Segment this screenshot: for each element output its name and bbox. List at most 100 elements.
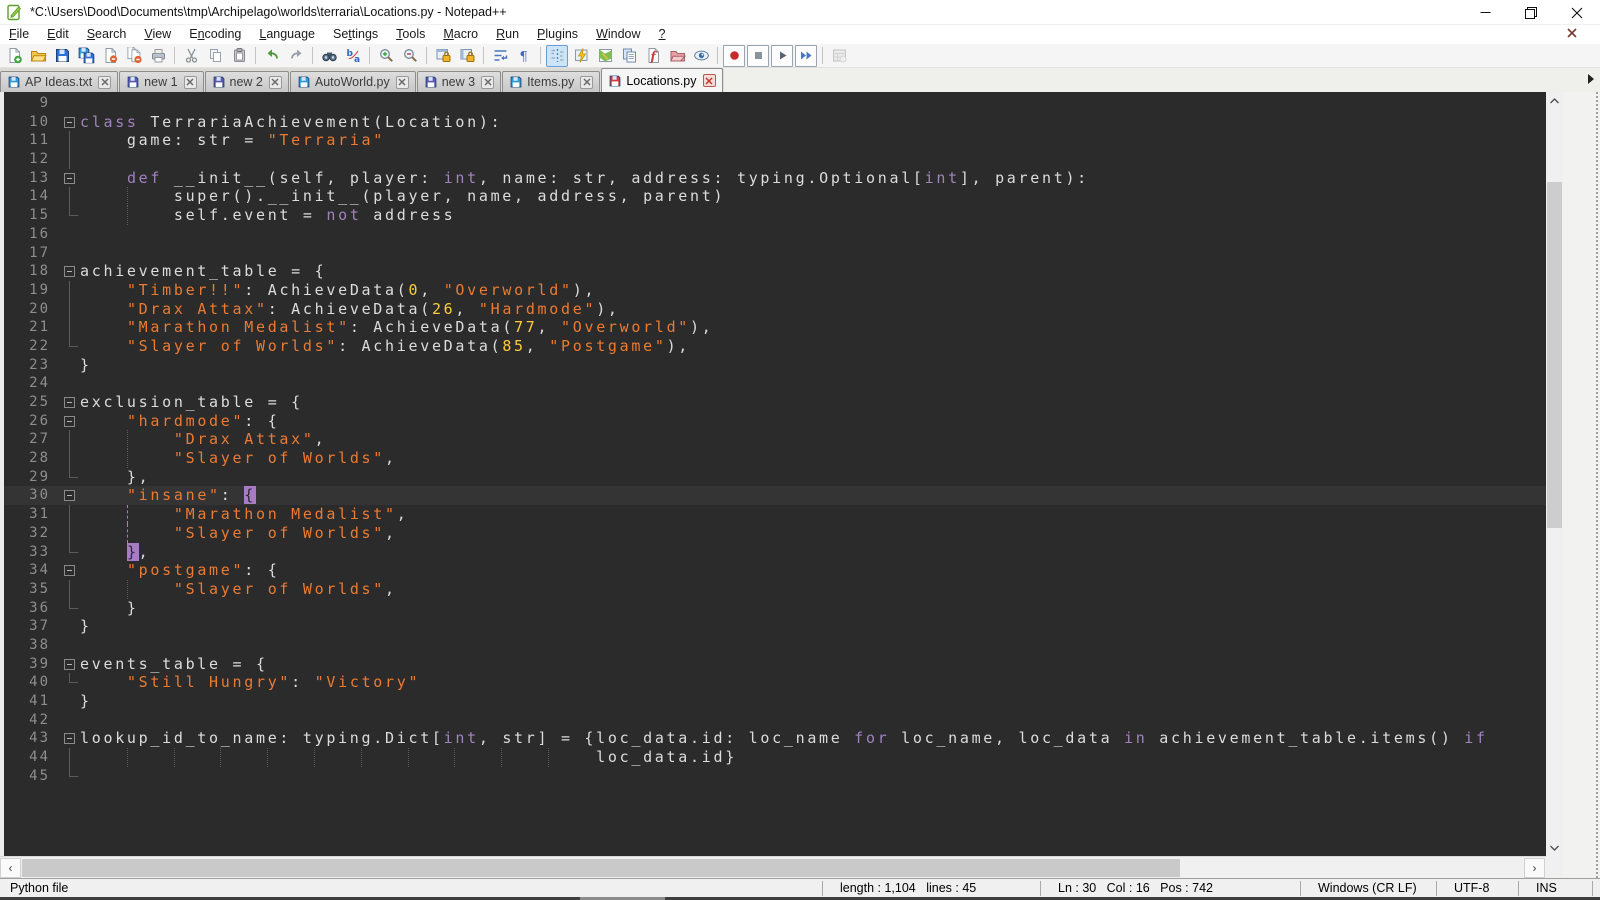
save-all-icon[interactable] [75,45,97,67]
menu-item-edit[interactable]: Edit [38,25,78,44]
code-line: 45 [4,767,1546,786]
macro-play-icon[interactable] [771,45,793,67]
vertical-scrollbar[interactable] [1546,92,1563,856]
tab-autoworld-py[interactable]: AutoWorld.py [290,71,416,92]
menu-item-run[interactable]: Run [487,25,528,44]
new-file-icon[interactable] [3,45,25,67]
line-number: 39 [4,655,50,674]
macro-record-icon[interactable] [723,45,745,67]
horizontal-scrollbar-thumb[interactable] [22,859,1180,877]
sync-horizontal-scrolling-icon[interactable] [456,45,478,67]
close-icon[interactable] [99,45,121,67]
macro-run-multiple-icon[interactable] [795,45,817,67]
fold-collapse-icon[interactable] [64,397,75,408]
show-all-characters-icon[interactable]: ¶ [513,45,535,67]
line-number: 10 [4,113,50,132]
code-line: 34 "postgame": { [4,561,1546,580]
code-editor[interactable]: 910class TerrariaAchievement(Location):1… [0,92,1546,856]
macro-stop-icon[interactable] [747,45,769,67]
menu-item-language[interactable]: Language [250,25,324,44]
menu-item-search[interactable]: Search [78,25,136,44]
save-icon[interactable] [51,45,73,67]
file-monitoring-icon[interactable] [690,45,712,67]
fold-collapse-icon[interactable] [64,565,75,576]
fold-collapse-icon[interactable] [64,733,75,744]
word-wrap-icon[interactable] [489,45,511,67]
macro-save-icon[interactable] [828,45,850,67]
undo-icon[interactable] [261,45,283,67]
close-document-icon[interactable] [1566,27,1578,39]
tab-close-icon[interactable] [98,76,111,89]
tab-new-3[interactable]: new 3 [417,71,501,92]
sync-vertical-scrolling-icon[interactable] [432,45,454,67]
scroll-right-icon[interactable]: › [1524,858,1545,878]
menu-item-help[interactable]: ? [650,25,675,44]
scroll-left-icon[interactable]: ‹ [0,858,21,878]
redo-icon[interactable] [285,45,307,67]
horizontal-scrollbar[interactable]: ‹ › [0,856,1546,878]
line-number: 21 [4,318,50,337]
code-text: "Slayer of Worlds", [80,449,397,468]
menu-item-tools[interactable]: Tools [387,25,434,44]
restore-button[interactable] [1508,0,1554,25]
status-insert-mode[interactable]: INS [1526,879,1557,898]
find-icon[interactable] [318,45,340,67]
tab-new-2[interactable]: new 2 [205,71,289,92]
tab-close-icon[interactable] [580,76,593,89]
copy-icon[interactable] [204,45,226,67]
tab-close-icon[interactable] [396,76,409,89]
vertical-scrollbar-thumb[interactable] [1547,182,1562,528]
status-encoding[interactable]: UTF-8 [1444,879,1489,898]
zoom-in-icon[interactable] [375,45,397,67]
close-all-icon[interactable] [123,45,145,67]
tab-ap-ideas-txt[interactable]: AP Ideas.txt [0,71,118,92]
tab-close-icon[interactable] [481,76,494,89]
code-text: } [80,356,92,375]
menu-item-encoding[interactable]: Encoding [180,25,250,44]
fold-collapse-icon[interactable] [64,416,75,427]
menu-item-window[interactable]: Window [587,25,649,44]
fold-guide-line [69,748,70,767]
code-text: "Still Hungry": "Victory" [80,673,420,692]
fold-collapse-icon[interactable] [64,490,75,501]
scroll-up-icon[interactable] [1546,92,1563,109]
code-text: class TerrariaAchievement(Location): [80,113,502,132]
function-list-icon[interactable]: f [642,45,664,67]
status-eol-format[interactable]: Windows (CR LF) [1308,879,1417,898]
tab-close-icon[interactable] [184,76,197,89]
tab-list-icon[interactable] [1587,74,1595,84]
fold-collapse-icon[interactable] [64,266,75,277]
fold-collapse-icon[interactable] [64,659,75,670]
menu-item-settings[interactable]: Settings [324,25,387,44]
fold-collapse-icon[interactable] [64,117,75,128]
tab-close-icon[interactable] [269,76,282,89]
code-text: super().__init__(player, name, address, … [80,187,725,206]
tab-items-py[interactable]: Items.py [502,71,600,92]
fold-collapse-icon[interactable] [64,173,75,184]
zoom-out-icon[interactable] [399,45,421,67]
document-list-icon[interactable] [618,45,640,67]
line-number: 16 [4,225,50,244]
tab-close-icon[interactable] [703,74,716,87]
menu-item-macro[interactable]: Macro [434,25,487,44]
paste-icon[interactable] [228,45,250,67]
folder-as-workspace-icon[interactable] [666,45,688,67]
cut-icon[interactable] [180,45,202,67]
menu-item-plugins[interactable]: Plugins [528,25,587,44]
tab-new-1[interactable]: new 1 [119,71,203,92]
open-file-icon[interactable] [27,45,49,67]
document-map-icon[interactable] [594,45,616,67]
indent-guide-icon[interactable] [546,45,568,67]
close-window-button[interactable] [1554,0,1600,25]
replace-icon[interactable]: ba [342,45,364,67]
line-number: 25 [4,393,50,412]
menu-item-file[interactable]: File [0,25,38,44]
tab-locations-py[interactable]: Locations.py [601,68,722,92]
menu-item-view[interactable]: View [135,25,180,44]
scroll-down-icon[interactable] [1546,839,1563,856]
minimize-button[interactable] [1462,0,1508,25]
line-number: 31 [4,505,50,524]
print-icon[interactable] [147,45,169,67]
matched-brace-highlight: } [127,543,139,561]
shortcut-mapper-icon[interactable] [570,45,592,67]
